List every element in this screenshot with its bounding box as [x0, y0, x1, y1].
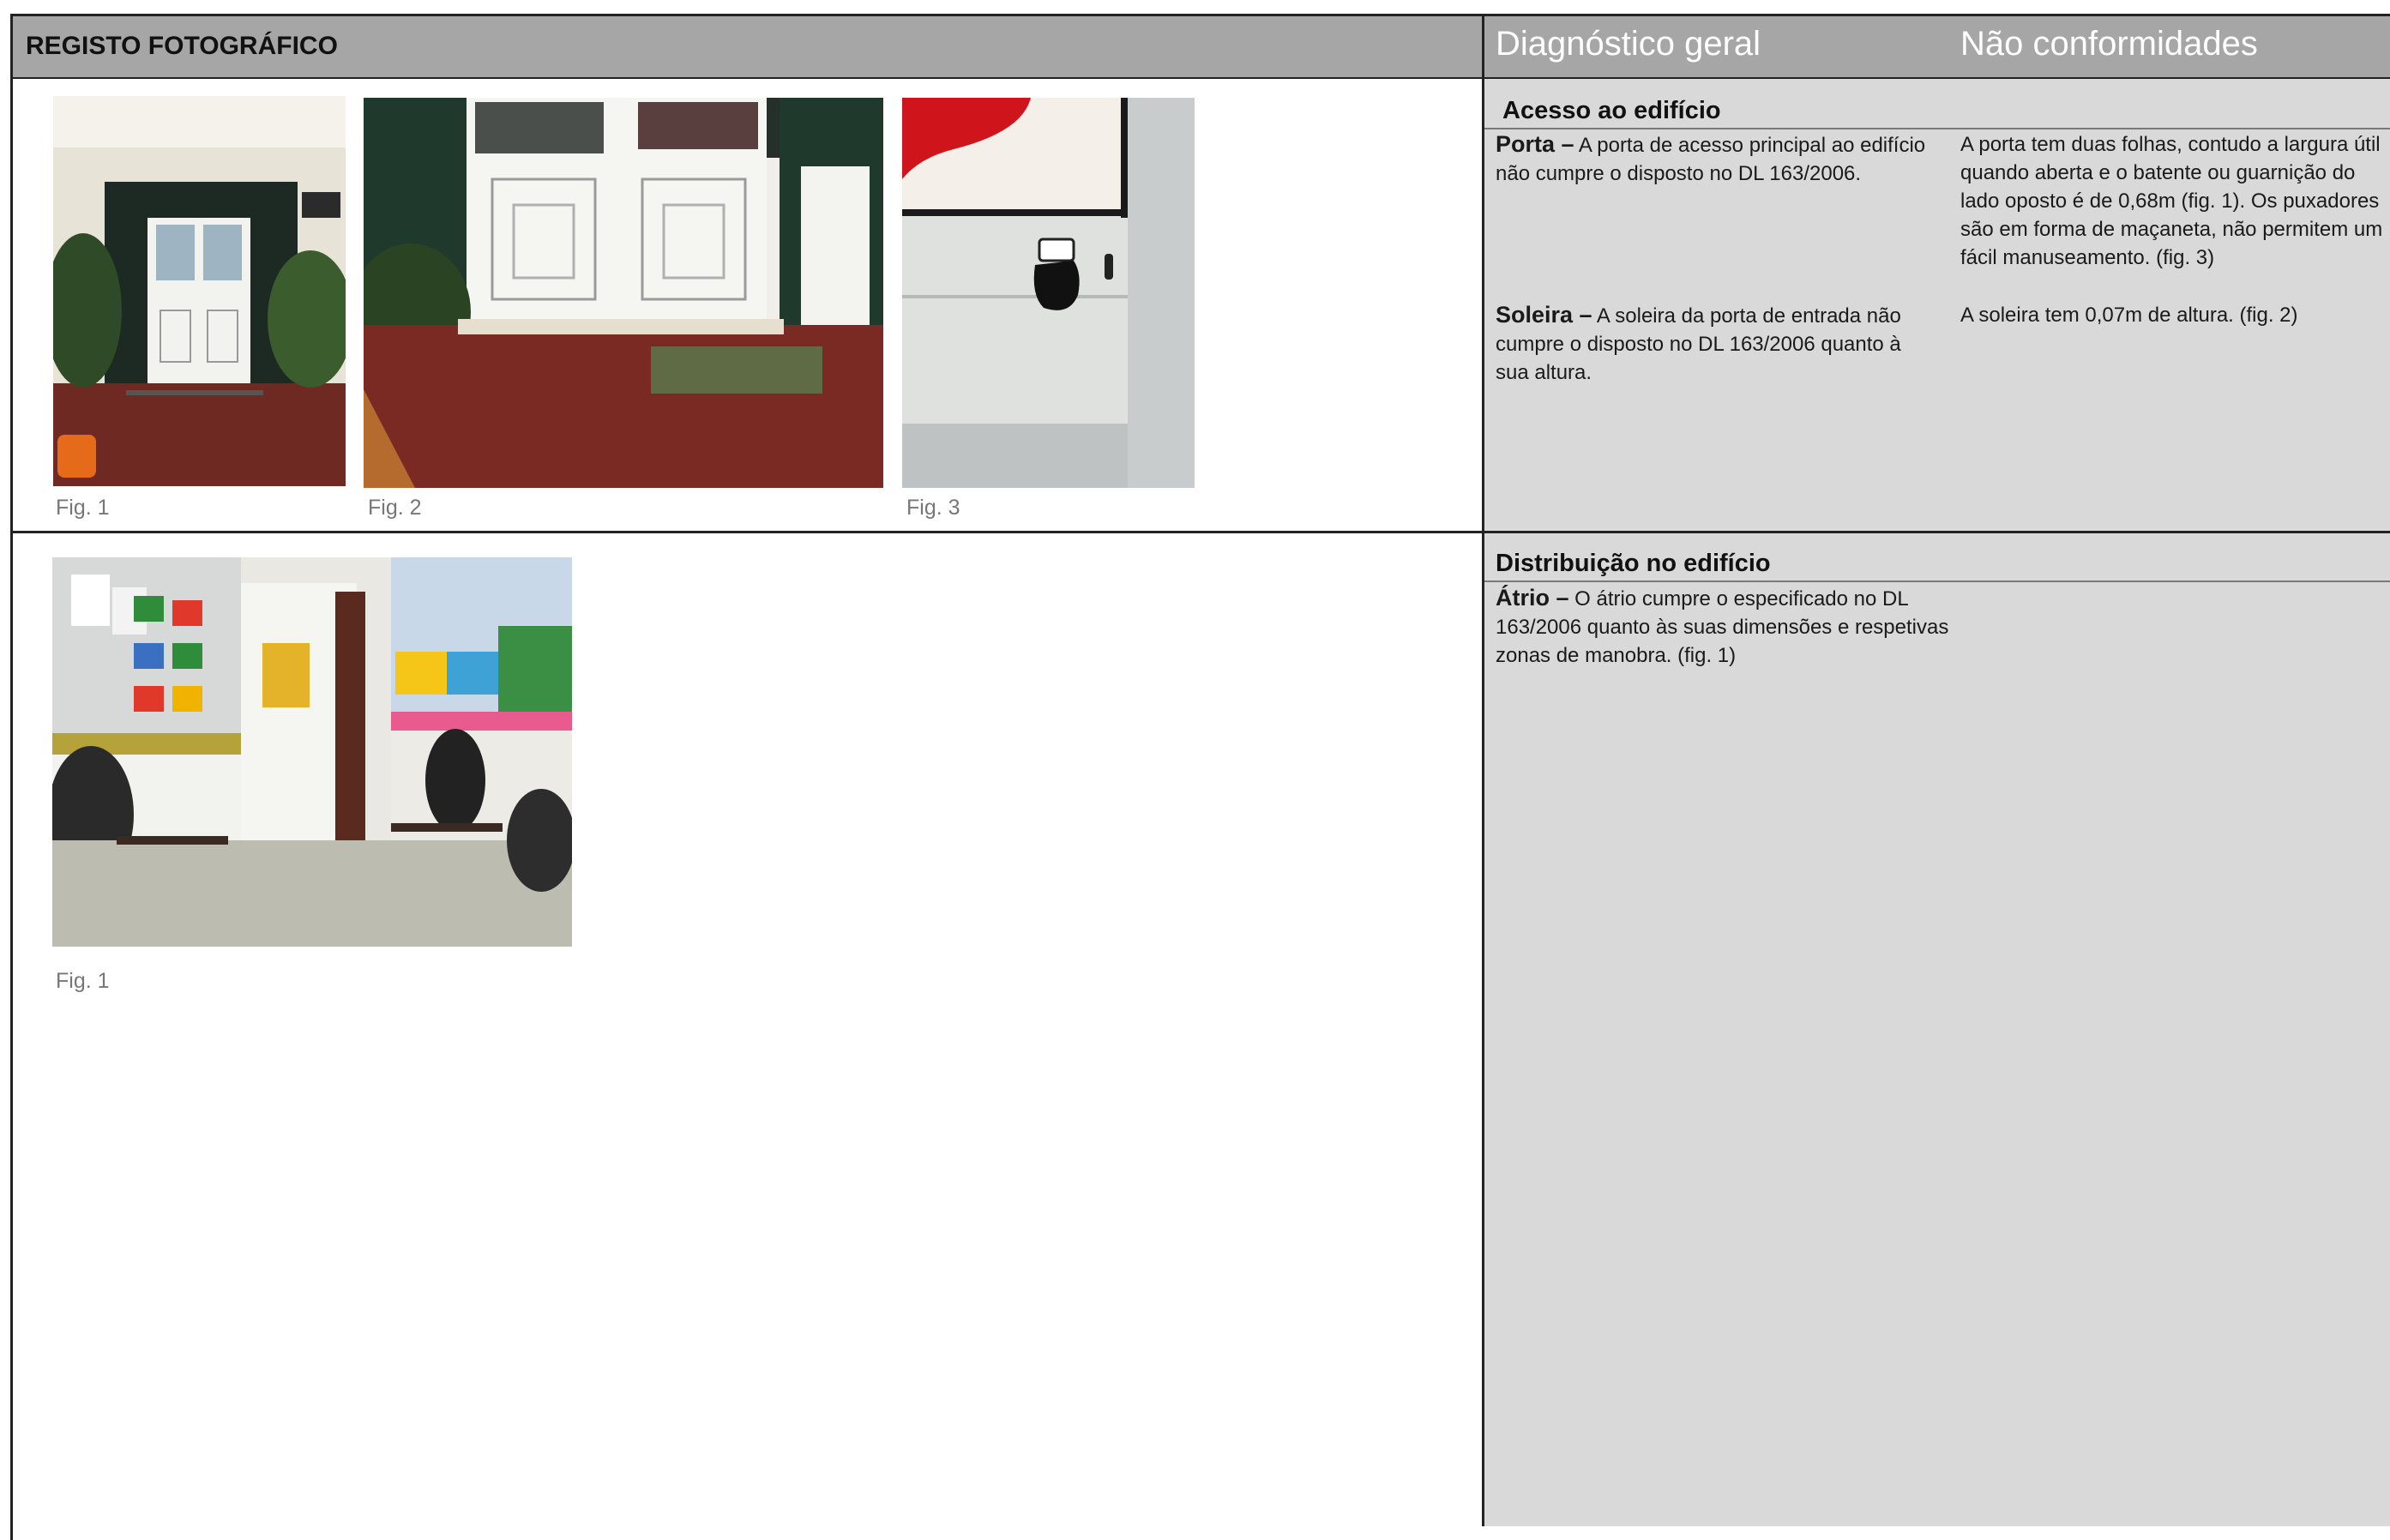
diagnostico-geral-header: Diagnóstico geral	[1496, 25, 1761, 63]
term-soleira: Soleira –	[1496, 302, 1592, 328]
section-title-acesso: Acesso ao edifício	[1502, 97, 1721, 124]
figure-caption: Fig. 1	[56, 496, 110, 520]
photo-door-handle	[902, 98, 1195, 488]
diagnostico-atrio: Átrio – O átrio cumpre o especificado no…	[1496, 585, 1949, 667]
header-right: Diagnóstico geral Não conformidades	[1484, 16, 2390, 79]
nao-conformidade-soleira: A soleira tem 0,07m de altura. (fig. 2)	[1960, 304, 2298, 327]
figure-caption: Fig. 3	[906, 496, 960, 520]
registo-fotografico-title: REGISTO FOTOGRÁFICO	[26, 32, 338, 60]
nao-conformidade-porta: A porta tem duas folhas, contudo a largu…	[1960, 133, 2383, 269]
header-left: REGISTO FOTOGRÁFICO	[13, 16, 1482, 79]
term-porta: Porta –	[1496, 131, 1574, 157]
section-rule	[1484, 128, 2390, 129]
figure-caption: Fig. 1	[56, 969, 110, 993]
column-divider	[1482, 14, 1484, 1526]
nao-conformidades-header: Não conformidades	[1960, 25, 2258, 63]
figure-caption: Fig. 2	[368, 496, 422, 520]
photo-door-threshold	[364, 98, 883, 488]
section-title-distribuicao: Distribuição no edifício	[1496, 550, 1771, 577]
diagnostico-porta: Porta – A porta de acesso principal ao e…	[1496, 131, 1926, 185]
diagnostico-soleira: Soleira – A soleira da porta de entrada …	[1496, 302, 1901, 384]
row-divider	[10, 531, 2390, 533]
term-atrio: Átrio –	[1496, 585, 1569, 611]
diagnosis-panel	[1484, 79, 2390, 1526]
photo-entrance-hall	[53, 96, 346, 486]
section-rule	[1484, 581, 2390, 582]
photo-atrium	[52, 557, 572, 947]
